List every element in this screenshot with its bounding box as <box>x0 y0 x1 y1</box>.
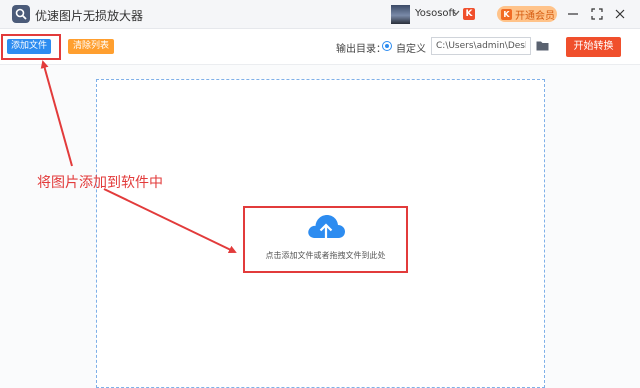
annotation-arrows <box>40 60 237 254</box>
annotation-text: 将图片添加到软件中 <box>37 175 163 191</box>
annotation-arrow-up <box>40 60 73 167</box>
annotation-arrow-right <box>103 188 237 254</box>
